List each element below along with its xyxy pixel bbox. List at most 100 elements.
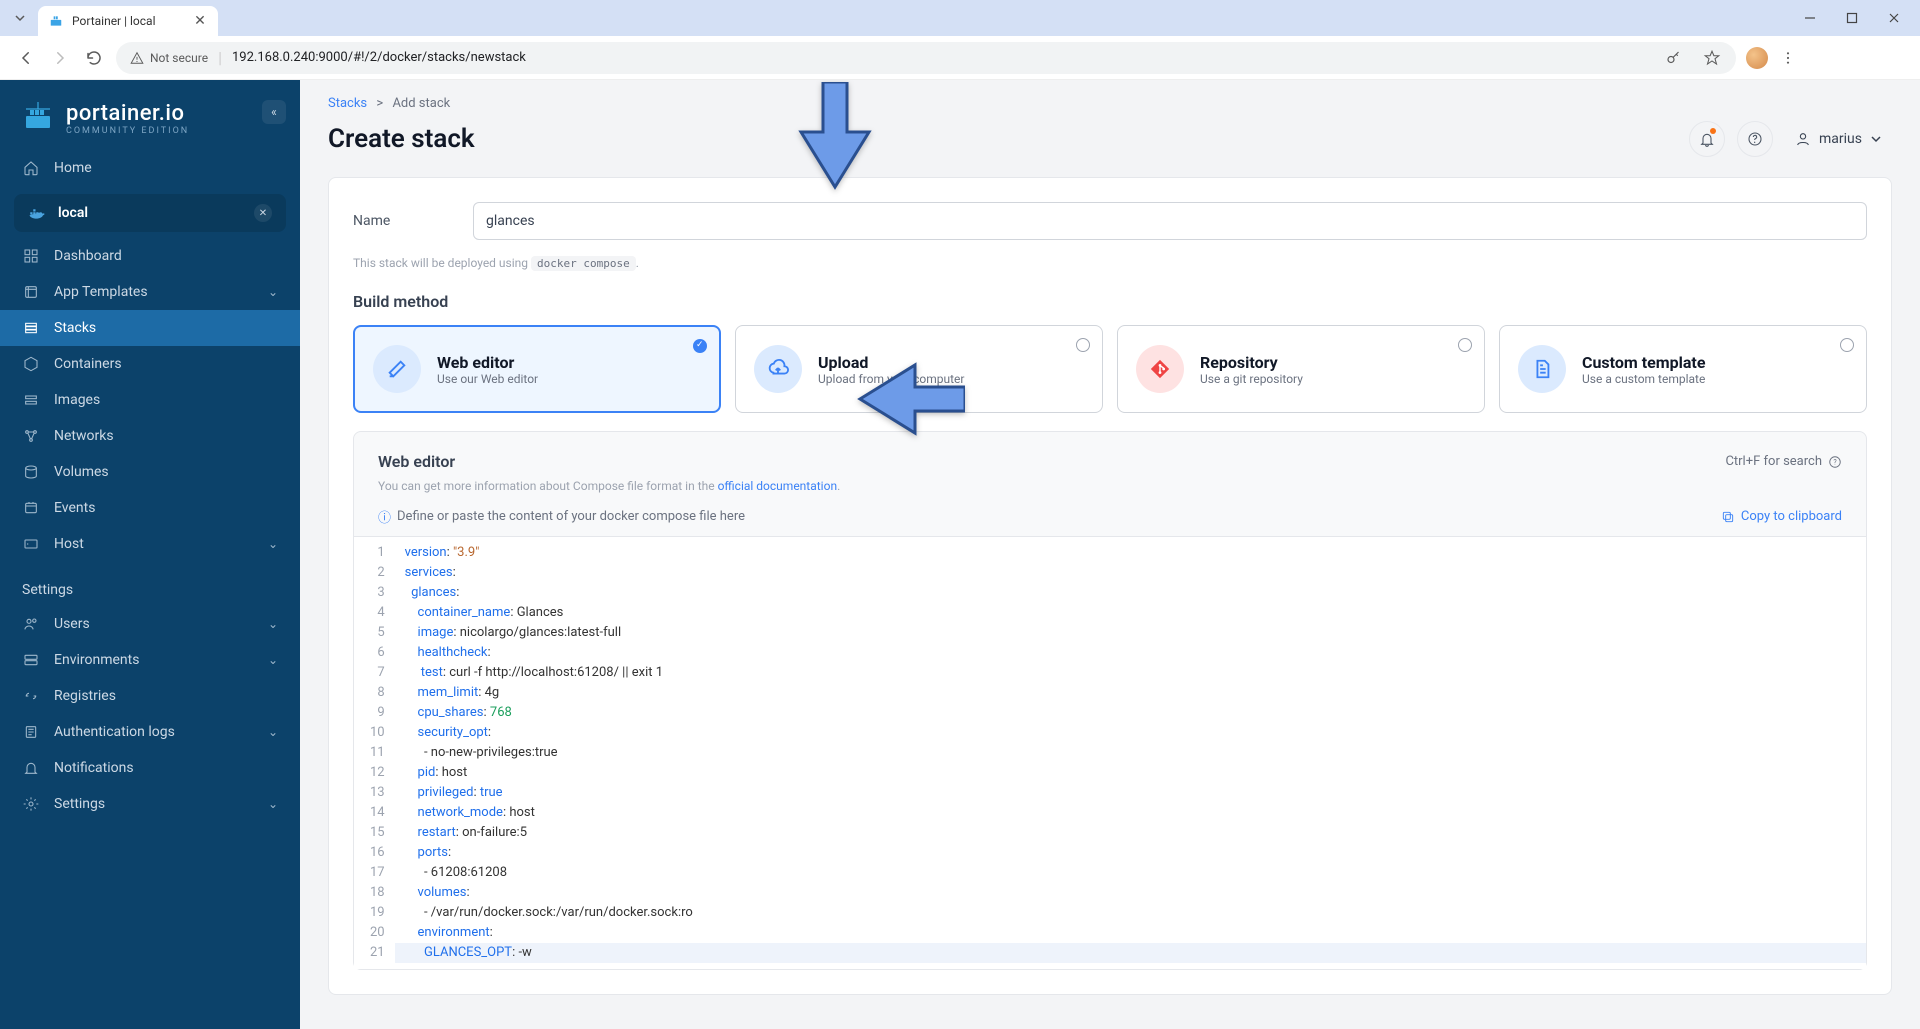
build-method-repository[interactable]: RepositoryUse a git repository <box>1117 325 1485 413</box>
sidebar-item-events[interactable]: Events <box>0 490 300 526</box>
sidebar-item-dashboard[interactable]: Dashboard <box>0 238 300 274</box>
sidebar: portainer.io COMMUNITY EDITION « Home lo… <box>0 80 300 1029</box>
page-title: Create stack <box>328 124 475 154</box>
settings-item-users[interactable]: Users ⌄ <box>0 606 300 642</box>
settings-item-settings[interactable]: Settings⌄ <box>0 786 300 822</box>
nav-icon <box>22 320 40 336</box>
method-subtitle: Use our Web editor <box>437 372 538 386</box>
breadcrumb-separator: > <box>376 96 383 111</box>
not-secure-badge[interactable]: Not secure <box>130 51 208 65</box>
method-icon <box>373 345 421 393</box>
user-menu[interactable]: marius <box>1785 125 1892 153</box>
browser-tab[interactable]: Portainer | local ✕ <box>38 6 218 36</box>
sidebar-item-label: Networks <box>54 428 114 444</box>
password-key-icon[interactable] <box>1664 48 1684 68</box>
nav-icon <box>22 464 40 480</box>
sidebar-item-label: Stacks <box>54 320 96 336</box>
method-title: Repository <box>1200 353 1303 372</box>
sidebar-item-label: Images <box>54 392 100 408</box>
main-content: Stacks > Add stack Create stack marius <box>300 80 1920 1029</box>
sidebar-item-home[interactable]: Home <box>0 150 300 186</box>
method-title: Web editor <box>437 353 538 372</box>
code-content[interactable]: version: "3.9"services: glances: contain… <box>395 537 1866 969</box>
settings-item-environments[interactable]: Environments⌄ <box>0 642 300 678</box>
settings-section-header: Settings <box>0 562 300 606</box>
help-icon[interactable] <box>1737 121 1773 157</box>
window-minimize-icon[interactable] <box>1800 8 1820 28</box>
sidebar-item-stacks[interactable]: Stacks <box>0 310 300 346</box>
sidebar-item-label: App Templates <box>54 284 148 300</box>
tab-close-icon[interactable]: ✕ <box>192 13 208 29</box>
editor-title: Web editor <box>378 452 455 471</box>
editor-search-hint: Ctrl+F for search ? <box>1725 454 1842 469</box>
sidebar-item-app-templates[interactable]: App Templates⌄ <box>0 274 300 310</box>
editor-description: You can get more information about Compo… <box>354 471 1866 493</box>
settings-icon <box>22 652 40 668</box>
method-title: Custom template <box>1582 353 1706 372</box>
chevron-down-icon: ⌄ <box>268 617 278 631</box>
not-secure-label: Not secure <box>150 51 208 65</box>
nav-forward-icon[interactable] <box>48 46 72 70</box>
editor-placeholder-text: Define or paste the content of your dock… <box>397 509 745 524</box>
nav-icon <box>22 356 40 372</box>
stack-name-input[interactable] <box>473 202 1867 240</box>
tab-search-dropdown[interactable] <box>8 6 32 30</box>
svg-text:?: ? <box>1833 458 1837 466</box>
window-close-icon[interactable] <box>1884 8 1904 28</box>
sidebar-item-label: Registries <box>54 688 116 704</box>
docs-link[interactable]: official documentation <box>718 479 838 493</box>
method-icon <box>1136 345 1184 393</box>
nav-icon <box>22 428 40 444</box>
settings-item-notifications[interactable]: Notifications <box>0 750 300 786</box>
method-icon <box>754 345 802 393</box>
settings-item-authentication-logs[interactable]: Authentication logs⌄ <box>0 714 300 750</box>
sidebar-item-label: Settings <box>54 796 105 812</box>
browser-menu-icon[interactable] <box>1778 48 1798 68</box>
address-bar[interactable]: Not secure | 192.168.0.240:9000/#!/2/doc… <box>116 42 1736 74</box>
nav-back-icon[interactable] <box>14 46 38 70</box>
sidebar-item-label: Notifications <box>54 760 134 776</box>
help-circle-icon[interactable]: ? <box>1828 455 1842 469</box>
environment-selector[interactable]: local ✕ <box>14 194 286 232</box>
settings-icon <box>22 616 40 632</box>
deploy-help-text: This stack will be deployed using docker… <box>353 256 1867 270</box>
copy-icon <box>1721 510 1735 524</box>
nav-icon <box>22 500 40 516</box>
radio-indicator <box>693 339 707 353</box>
web-editor-panel: Web editor Ctrl+F for search ? You can g… <box>353 431 1867 970</box>
tab-favicon-icon <box>48 13 64 29</box>
breadcrumb-root-link[interactable]: Stacks <box>328 96 367 111</box>
sidebar-item-label: Events <box>54 500 95 516</box>
nav-icon <box>22 392 40 408</box>
user-name: marius <box>1819 131 1862 147</box>
docker-whale-icon <box>28 204 46 222</box>
window-controls <box>1800 8 1912 28</box>
profile-avatar[interactable] <box>1746 47 1768 69</box>
sidebar-item-images[interactable]: Images <box>0 382 300 418</box>
notifications-bell-icon[interactable] <box>1689 121 1725 157</box>
sidebar-item-containers[interactable]: Containers <box>0 346 300 382</box>
sidebar-item-host[interactable]: Host⌄ <box>0 526 300 562</box>
sidebar-item-volumes[interactable]: Volumes <box>0 454 300 490</box>
method-subtitle: Use a git repository <box>1200 372 1303 386</box>
breadcrumb-leaf: Add stack <box>392 96 450 111</box>
brand-subtitle: COMMUNITY EDITION <box>66 126 189 136</box>
sidebar-item-networks[interactable]: Networks <box>0 418 300 454</box>
nav-reload-icon[interactable] <box>82 46 106 70</box>
build-method-web-editor[interactable]: Web editorUse our Web editor <box>353 325 721 413</box>
settings-item-registries[interactable]: Registries <box>0 678 300 714</box>
environment-close-icon[interactable]: ✕ <box>254 204 272 222</box>
copy-to-clipboard-button[interactable]: Copy to clipboard <box>1721 509 1842 524</box>
sidebar-item-label: Users <box>54 616 90 632</box>
brand-logo[interactable]: portainer.io COMMUNITY EDITION « <box>0 94 300 150</box>
settings-icon <box>22 760 40 776</box>
bookmark-star-icon[interactable] <box>1702 48 1722 68</box>
environment-name: local <box>58 205 88 221</box>
window-maximize-icon[interactable] <box>1842 8 1862 28</box>
sidebar-collapse-button[interactable]: « <box>262 100 286 124</box>
sidebar-item-label: Containers <box>54 356 122 372</box>
code-editor[interactable]: 123456789101112131415161718192021 versio… <box>354 536 1866 969</box>
nav-icon <box>22 248 40 264</box>
browser-toolbar: Not secure | 192.168.0.240:9000/#!/2/doc… <box>0 36 1920 80</box>
build-method-custom-template[interactable]: Custom templateUse a custom template <box>1499 325 1867 413</box>
